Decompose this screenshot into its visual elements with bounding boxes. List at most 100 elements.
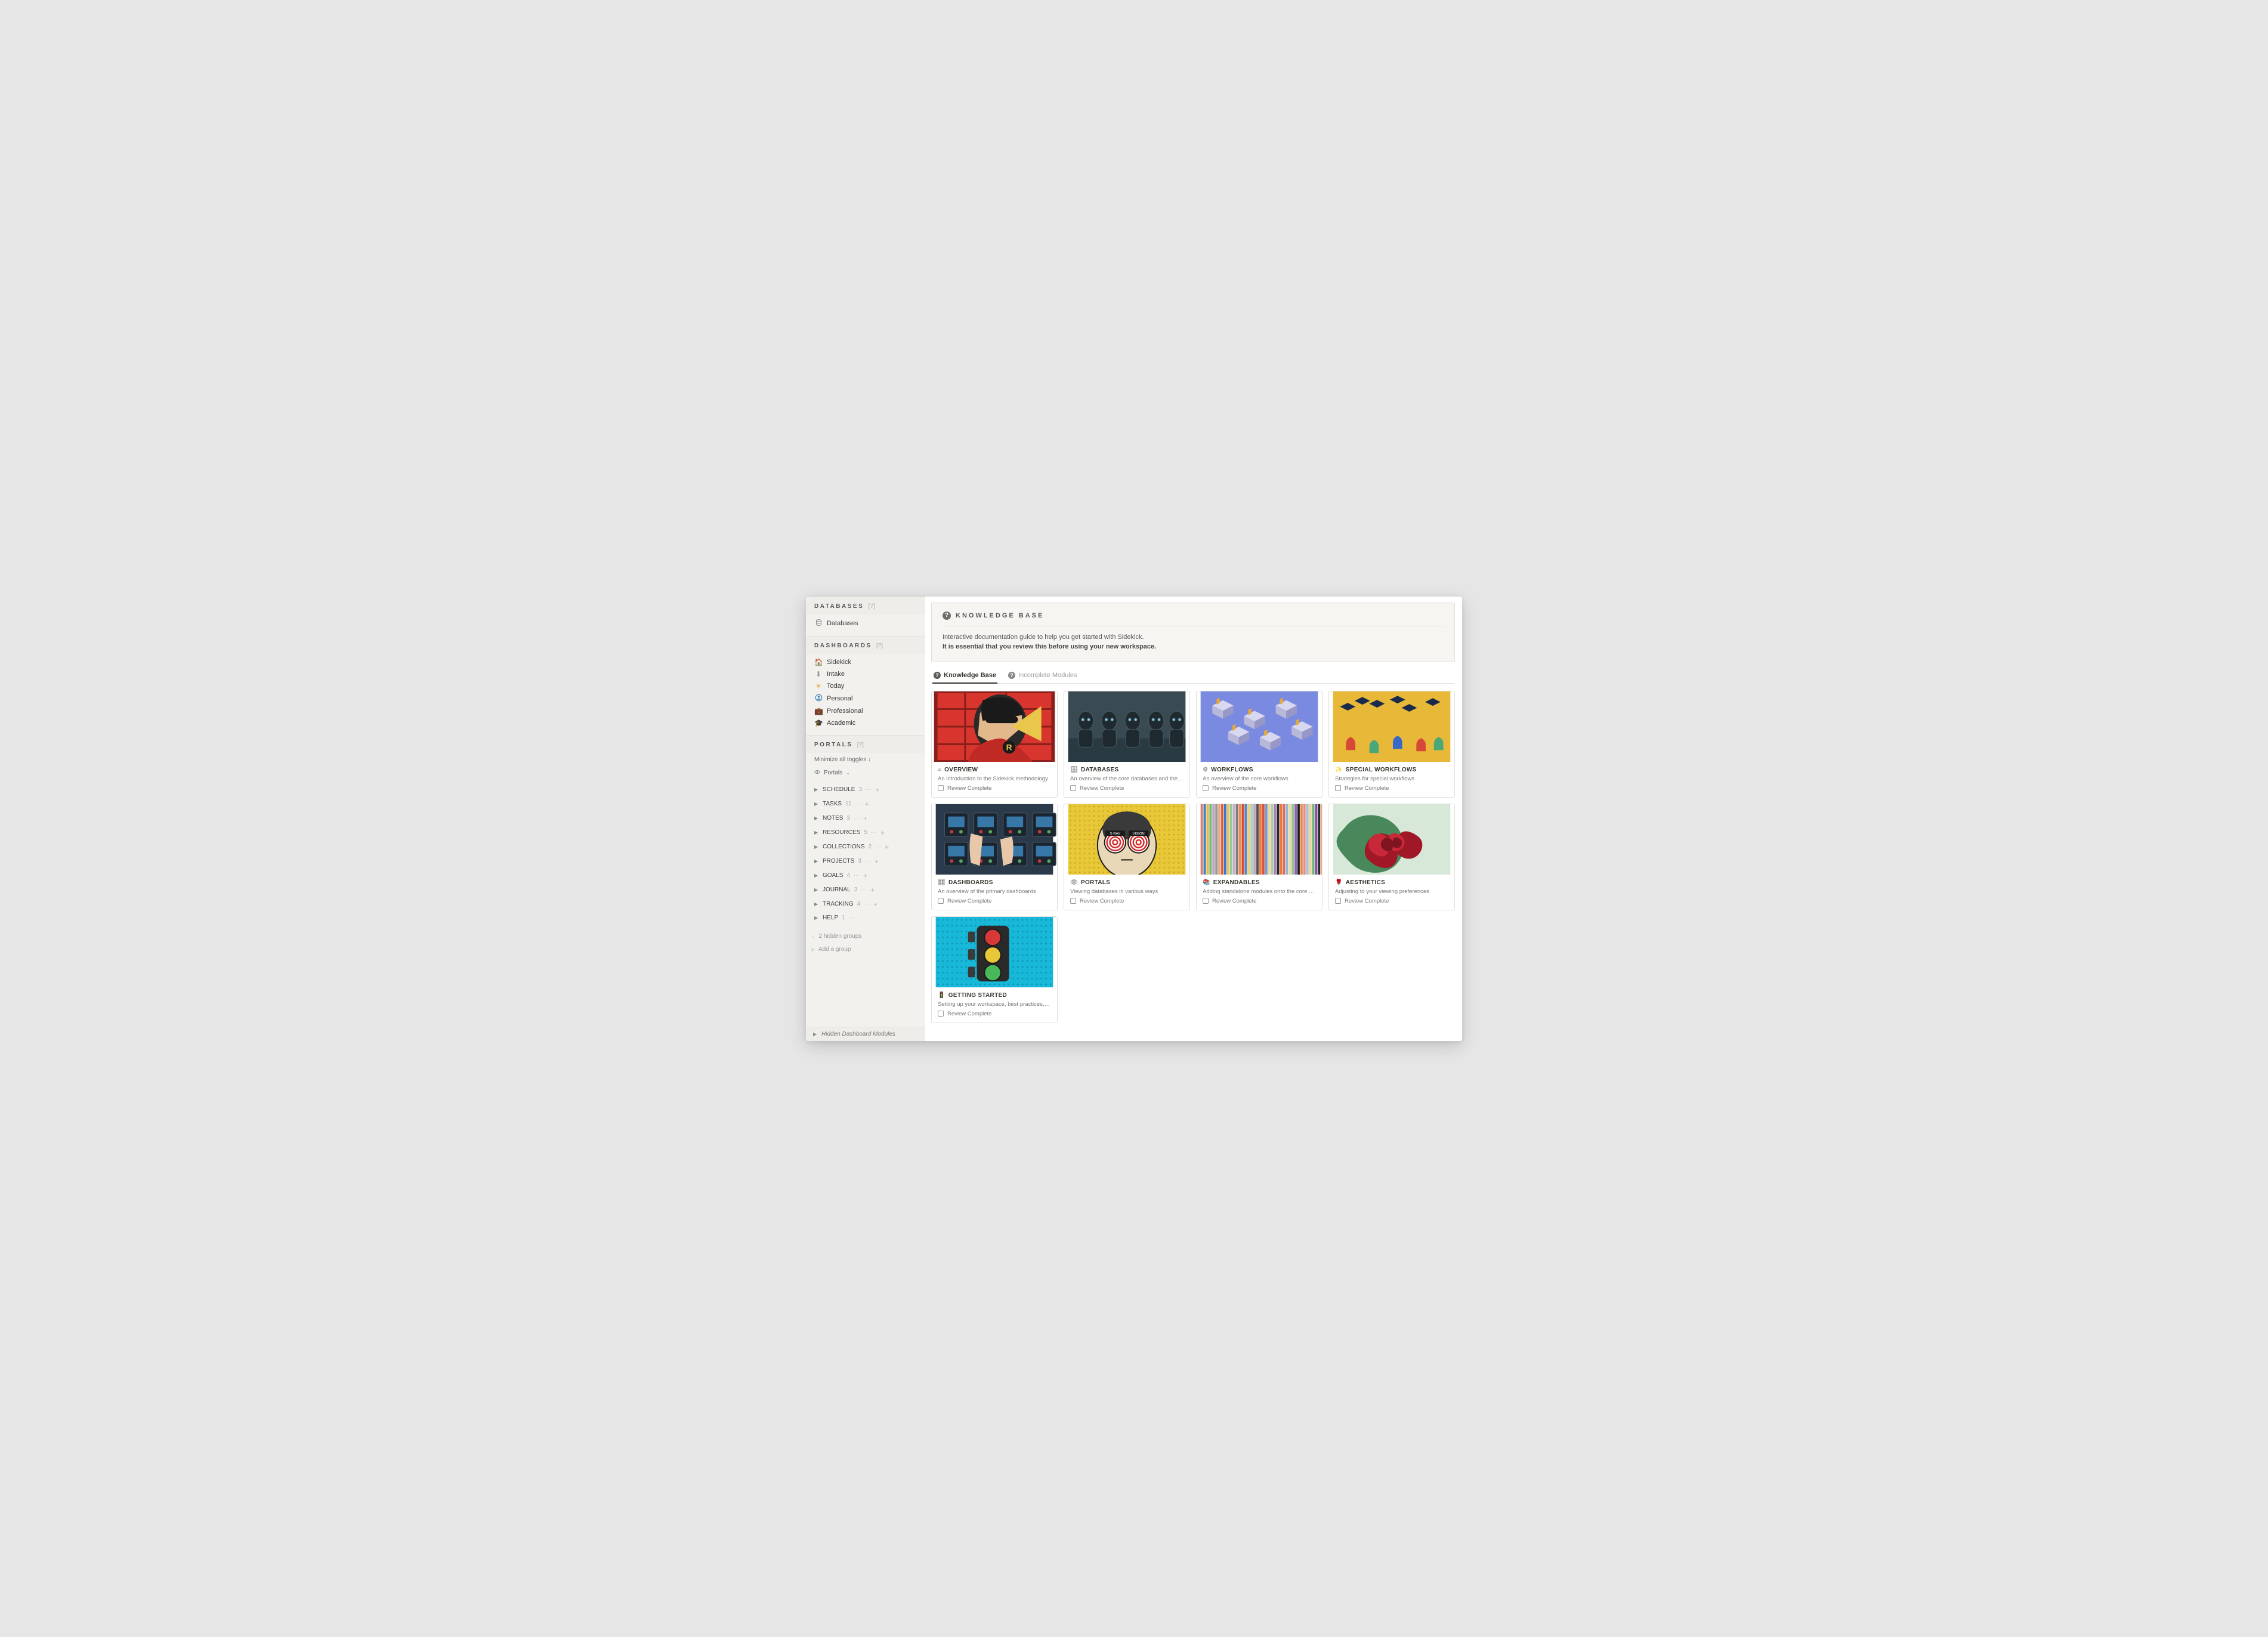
sidebar-item-sidekick[interactable]: 🏠 Sidekick (811, 656, 920, 668)
kb-desc-line1: Interactive documentation guide to help … (943, 632, 1444, 643)
kb-card-databases[interactable]: 🗄 DATABASES An overview of the core data… (1064, 691, 1190, 798)
svg-text:VISION: VISION (1133, 832, 1145, 836)
review-complete-checkbox[interactable]: Review Complete (1203, 898, 1316, 904)
sidebar-item-databases[interactable]: Databases (811, 617, 920, 630)
portal-group-journal[interactable]: ▶ JOURNAL 3 ··· + (809, 883, 922, 897)
add-group-label: Add a group (818, 946, 851, 953)
tab-incomplete-modules[interactable]: ? Incomplete Modules (1007, 668, 1078, 683)
card-body: 📚 EXPANDABLES Adding standalone modules … (1197, 875, 1322, 910)
portal-group-name: JOURNAL (823, 887, 851, 893)
review-complete-checkbox[interactable]: Review Complete (938, 785, 1051, 792)
portal-group-name: TASKS (823, 801, 842, 807)
card-description: Strategies for special workflows (1335, 776, 1448, 782)
plus-icon[interactable]: + (885, 843, 889, 851)
graduation-cap-icon: 🎓 (814, 719, 823, 727)
review-complete-checkbox[interactable]: Review Complete (938, 898, 1051, 904)
review-complete-label: Review Complete (947, 898, 991, 904)
plus-icon[interactable]: + (873, 900, 877, 909)
minimize-toggles-button[interactable]: Minimize all toggles ↓ (806, 753, 925, 768)
sidebar-item-personal[interactable]: Personal (811, 692, 920, 705)
more-icon[interactable]: ··· (854, 872, 860, 879)
help-hint-icon[interactable]: [?] (869, 603, 875, 610)
portals-view-selector[interactable]: Portals ⌄ (806, 768, 925, 783)
review-complete-checkbox[interactable]: Review Complete (1070, 785, 1184, 792)
sidebar-item-academic[interactable]: 🎓 Academic (811, 717, 920, 729)
plus-icon[interactable]: + (863, 814, 867, 823)
kb-card-special-workflows[interactable]: ✨ SPECIAL WORKFLOWS Strategies for speci… (1328, 691, 1455, 798)
plus-icon[interactable]: + (863, 872, 867, 880)
card-title: WORKFLOWS (1211, 767, 1253, 773)
card-description: Adjusting to your viewing preferences (1335, 888, 1448, 895)
more-icon[interactable]: ··· (871, 829, 877, 836)
sidebar-item-today[interactable]: ☀ Today (811, 680, 920, 692)
kb-card-expandables[interactable]: 📚 EXPANDABLES Adding standalone modules … (1196, 804, 1323, 910)
sun-icon: ☀ (814, 682, 823, 690)
help-hint-icon[interactable]: [?] (857, 742, 864, 748)
hidden-groups-toggle[interactable]: ⌄ 2 hidden groups (806, 930, 925, 943)
review-complete-checkbox[interactable]: Review Complete (938, 1011, 1051, 1017)
more-icon[interactable]: ··· (854, 815, 860, 821)
triangle-right-icon: ▶ (814, 830, 819, 835)
help-hint-icon[interactable]: [?] (876, 643, 883, 649)
app-window: DATABASES [?] Databases DASHBOARDS [?] 🏠… (806, 597, 1462, 1041)
more-icon[interactable]: ··· (875, 844, 881, 850)
card-body: 🌹 AESTHETICS Adjusting to your viewing p… (1329, 875, 1454, 910)
portal-group-tasks[interactable]: ▶ TASKS 11 ··· + (809, 797, 922, 811)
more-icon[interactable]: ··· (866, 786, 872, 793)
portal-group-goals[interactable]: ▶ GOALS 4 ··· + (809, 869, 922, 883)
checkbox-icon (1070, 785, 1076, 791)
card-title: AESTHETICS (1346, 879, 1385, 886)
card-type-icon: ⚙ (1203, 767, 1208, 773)
triangle-right-icon: ▶ (814, 873, 819, 878)
review-complete-checkbox[interactable]: Review Complete (1070, 898, 1184, 904)
review-complete-checkbox[interactable]: Review Complete (1335, 785, 1448, 792)
triangle-right-icon: ▶ (814, 915, 819, 921)
more-icon[interactable]: ··· (864, 901, 870, 907)
sidebar-databases-items: Databases (806, 614, 925, 636)
portal-group-tracking[interactable]: ▶ TRACKING 4 ··· + (809, 897, 922, 912)
more-icon[interactable]: ··· (849, 915, 855, 921)
tab-bar: ? Knowledge Base ? Incomplete Modules (932, 668, 1454, 684)
chevron-down-icon: ⌄ (811, 933, 815, 940)
sidebar-item-intake[interactable]: ⬇ Intake (811, 668, 920, 680)
add-group-button[interactable]: + Add a group (806, 943, 925, 957)
portal-group-collections[interactable]: ▶ COLLECTIONS 2 ··· + (809, 840, 922, 854)
portal-group-notes[interactable]: ▶ NOTES 3 ··· + (809, 811, 922, 826)
more-icon[interactable]: ··· (855, 801, 861, 807)
sidebar: DATABASES [?] Databases DASHBOARDS [?] 🏠… (806, 597, 925, 1041)
checkbox-icon (1203, 898, 1209, 904)
kb-card-dashboards[interactable]: 🎛 DASHBOARDS An overview of the primary … (931, 804, 1058, 910)
portal-group-help[interactable]: ▶ HELP 1 ··· (809, 912, 922, 924)
portal-group-resources[interactable]: ▶ RESOURCES 5 ··· + (809, 826, 922, 840)
kb-card-overview[interactable]: R ≡ OVERVIEW An introduction to the Side… (931, 691, 1058, 798)
portal-group-count: 5 (864, 829, 867, 836)
review-complete-checkbox[interactable]: Review Complete (1203, 785, 1316, 792)
download-icon: ⬇ (814, 670, 823, 678)
sidebar-dashboards-items: 🏠 Sidekick ⬇ Intake ☀ Today Personal 💼 P… (806, 654, 925, 735)
portal-group-count: 4 (846, 872, 850, 879)
more-icon[interactable]: ··· (865, 858, 871, 864)
plus-icon[interactable]: + (870, 886, 875, 894)
portal-group-name: PROJECTS (823, 858, 854, 864)
card-type-icon: ✨ (1335, 767, 1343, 773)
plus-icon[interactable]: + (875, 857, 879, 866)
plus-icon[interactable]: + (864, 800, 869, 808)
card-title: GETTING STARTED (948, 992, 1007, 999)
kb-card-getting-started[interactable]: 🚦 GETTING STARTED Setting up your worksp… (931, 916, 1058, 1023)
portal-group-count: 4 (857, 901, 861, 907)
tab-knowledge-base[interactable]: ? Knowledge Base (932, 668, 997, 684)
portal-group-name: SCHEDULE (823, 786, 855, 793)
plus-icon[interactable]: + (880, 829, 885, 837)
kb-card-workflows[interactable]: ⚙ WORKFLOWS An overview of the core work… (1196, 691, 1323, 798)
sidebar-header-portals: PORTALS [?] (806, 735, 925, 753)
hidden-dashboard-modules-toggle[interactable]: ▶ Hidden Dashboard Modules (806, 1027, 925, 1041)
portal-group-projects[interactable]: ▶ PROJECTS 3 ··· + (809, 854, 922, 869)
more-icon[interactable]: ··· (861, 887, 867, 893)
sidebar-item-professional[interactable]: 💼 Professional (811, 705, 920, 717)
review-complete-checkbox[interactable]: Review Complete (1335, 898, 1448, 904)
kb-card-portals[interactable]: X-RAYVISION 👁 PORTALS Viewing databases … (1064, 804, 1190, 910)
kb-card-aesthetics[interactable]: 🌹 AESTHETICS Adjusting to your viewing p… (1328, 804, 1455, 910)
plus-icon[interactable]: + (875, 786, 879, 794)
portal-group-schedule[interactable]: ▶ SCHEDULE 3 ··· + (809, 783, 922, 797)
card-thumbnail (1329, 804, 1454, 875)
